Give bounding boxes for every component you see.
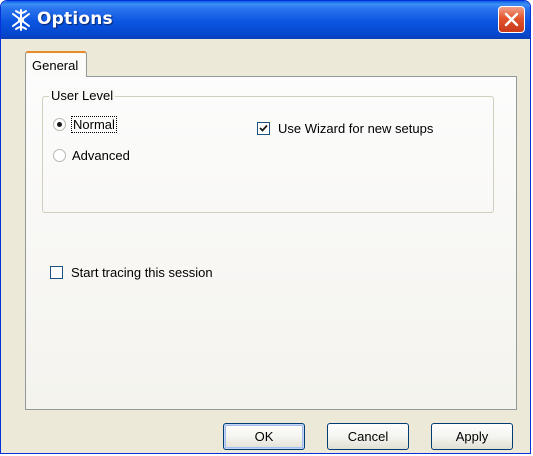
gear-sparkle-icon	[12, 9, 30, 31]
radio-advanced[interactable]: Advanced	[53, 148, 130, 163]
start-tracing-checkbox[interactable]: Start tracing this session	[50, 265, 213, 280]
radio-normal-indicator[interactable]	[53, 118, 66, 131]
tab-general[interactable]: General	[25, 51, 88, 77]
user-level-group-label: User Level	[49, 88, 116, 103]
cancel-button[interactable]: Cancel	[327, 423, 409, 450]
options-dialog: Options General User Level Normal Advanc…	[0, 0, 531, 454]
start-tracing-checkbox-box[interactable]	[50, 266, 63, 279]
ok-button[interactable]: OK	[223, 423, 305, 450]
use-wizard-checkbox-box[interactable]	[257, 122, 270, 135]
radio-advanced-label: Advanced	[72, 148, 130, 163]
use-wizard-label: Use Wizard for new setups	[278, 121, 434, 136]
checkmark-icon	[259, 124, 268, 132]
radio-advanced-indicator[interactable]	[53, 149, 66, 162]
general-tab-panel: User Level Normal Advanced Use Wizard fo…	[25, 76, 517, 410]
use-wizard-checkbox[interactable]: Use Wizard for new setups	[257, 121, 433, 136]
start-tracing-label: Start tracing this session	[71, 265, 213, 280]
radio-normal-label: Normal	[71, 116, 117, 133]
window-title: Options	[37, 9, 113, 29]
dialog-body: General User Level Normal Advanced Use W…	[5, 39, 526, 450]
user-level-group: User Level Normal Advanced Use Wizard fo…	[42, 88, 494, 213]
apply-button[interactable]: Apply	[431, 423, 513, 450]
close-icon	[504, 12, 519, 27]
title-bar[interactable]: Options	[1, 1, 530, 39]
close-button[interactable]	[498, 6, 525, 33]
radio-normal[interactable]: Normal	[53, 116, 117, 133]
